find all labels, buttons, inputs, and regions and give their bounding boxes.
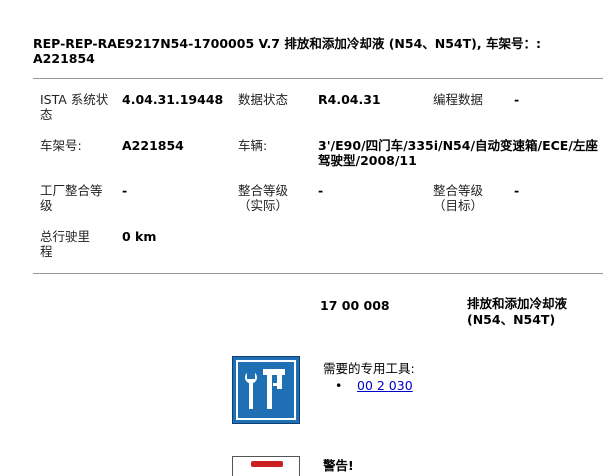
operation-code: 17 00 008 <box>320 298 390 313</box>
target-integration-level-value: - <box>514 183 520 198</box>
tool-list-item: • 00 2 030 <box>335 378 413 393</box>
bullet-icon: • <box>335 378 343 393</box>
vin-value: A221854 <box>122 138 184 153</box>
factory-integration-level-label: 工厂整合等级 <box>40 183 103 213</box>
special-tools-heading: 需要的专用工具: <box>323 361 415 376</box>
total-mileage-label: 总行驶里程 <box>40 229 91 259</box>
warning-icon <box>232 456 300 476</box>
factory-integration-level-value: - <box>122 183 128 198</box>
vehicle-value: 3'/E90/四门车/335i/N54/自动变速箱/ECE/左座驾驶型/2008… <box>318 138 598 168</box>
tool-link-00-2-030[interactable]: 00 2 030 <box>357 378 413 393</box>
data-status-value: R4.04.31 <box>318 92 381 107</box>
divider-top <box>33 78 603 79</box>
warning-sign-shape <box>251 461 283 467</box>
document-title: REP-REP-RAE9217N54-1700005 V.7 排放和添加冷却液 … <box>33 36 541 66</box>
operation-name: 排放和添加冷却液 (N54、N54T) <box>467 296 568 327</box>
total-mileage-value: 0 km <box>122 229 157 244</box>
divider-middle <box>33 273 603 274</box>
vin-label: 车架号: <box>40 138 82 153</box>
data-status-label: 数据状态 <box>238 92 289 107</box>
special-tools-icon <box>232 356 300 424</box>
actual-integration-level-label: 整合等级（实际） <box>238 183 289 213</box>
programming-data-label: 编程数据 <box>433 92 484 107</box>
ista-status-label: ISTA 系统状态 <box>40 92 109 122</box>
ista-status-value: 4.04.31.19448 <box>122 92 224 107</box>
vehicle-label: 车辆: <box>238 138 268 153</box>
target-integration-level-label: 整合等级（目标） <box>433 183 484 213</box>
programming-data-value: - <box>514 92 520 107</box>
actual-integration-level-value: - <box>318 183 324 198</box>
